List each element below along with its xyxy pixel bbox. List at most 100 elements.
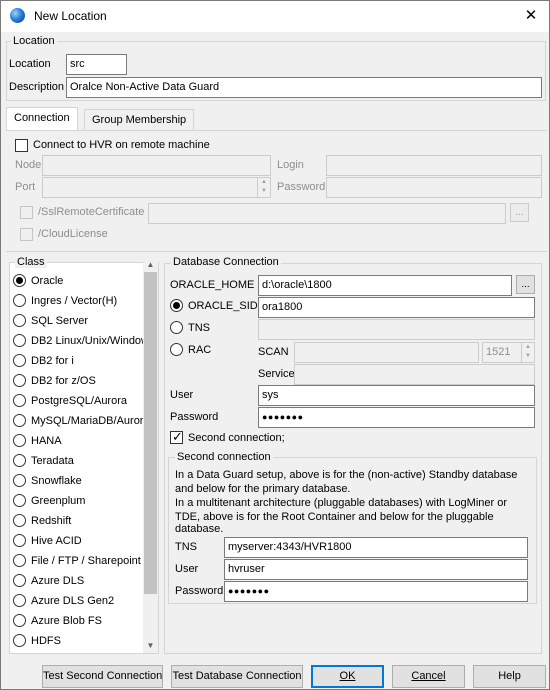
tab-group-membership[interactable]: Group Membership [84,109,195,131]
class-radio[interactable] [13,434,26,447]
second-tns-input[interactable]: myserver:4343/HVR1800 [224,537,528,558]
tab-connection[interactable]: Connection [6,107,78,131]
cloud-license-checkbox[interactable] [20,228,33,241]
ssl-certificate-checkbox[interactable] [20,206,33,219]
class-item-label[interactable]: Oracle [31,275,143,287]
class-item-label[interactable]: SQL Server [31,315,143,327]
oracle-sid-radio[interactable] [170,299,183,312]
login-label: Login [277,159,304,171]
class-radio[interactable] [13,414,26,427]
class-list-scrollbar[interactable]: ▲ ▼ [143,258,158,653]
class-radio[interactable] [13,634,26,647]
help-button[interactable]: Help [473,665,546,688]
class-item-label[interactable]: DB2 Linux/Unix/Window [31,335,143,347]
port-stepper[interactable]: ▲ ▼ [42,177,271,198]
class-radio[interactable] [13,354,26,367]
ssl-browse-button[interactable]: ... [510,203,529,222]
class-item-label[interactable]: Hive ACID [31,535,143,547]
class-item-label[interactable]: MySQL/MariaDB/Aurora [31,415,143,427]
app-globe-icon [10,8,25,23]
oracle-home-input[interactable]: d:\oracle\1800 [258,275,512,296]
oracle-home-browse-button[interactable]: ... [516,275,535,294]
remote-password-input[interactable] [326,177,542,198]
title-bar[interactable]: New Location ✕ [1,1,549,32]
cloud-license-label: /CloudLicense [38,228,108,240]
node-input[interactable] [42,155,271,176]
class-item-label[interactable]: File / FTP / Sharepoint [31,555,143,567]
second-connection-note-line-2: and below for the primary database. [175,483,351,495]
scan-port-stepper[interactable]: 1521 ▲ ▼ [482,342,535,363]
scan-label: SCAN [258,346,289,358]
scan-input[interactable] [294,342,479,363]
spin-up-icon[interactable]: ▲ [522,343,534,352]
oracle-sid-input[interactable]: ora1800 [258,297,535,318]
ok-button[interactable]: OK [311,665,384,688]
cancel-button[interactable]: Cancel [392,665,465,688]
ssl-certificate-label: /SslRemoteCertificate [38,206,145,218]
rac-radio[interactable] [170,343,183,356]
scan-port-spinner[interactable]: ▲ ▼ [521,343,534,362]
scroll-down-icon[interactable]: ▼ [143,641,158,650]
tns-radio[interactable] [170,321,183,334]
scroll-thumb[interactable] [144,272,157,594]
class-item-label[interactable]: Azure Blob FS [31,615,143,627]
class-item-label[interactable]: DB2 for i [31,355,143,367]
test-second-connection-button[interactable]: Test Second Connection [42,665,163,688]
port-spinner[interactable]: ▲ ▼ [257,178,270,197]
service-input[interactable] [294,364,535,385]
password-input[interactable]: ●●●●●●● [258,407,535,428]
oracle-sid-label: ORACLE_SID [188,300,258,312]
class-radio[interactable] [13,294,26,307]
class-item-label[interactable]: Teradata [31,455,143,467]
description-input[interactable]: Oralce Non-Active Data Guard [66,77,542,98]
node-label: Node [15,159,42,171]
class-radio[interactable] [13,334,26,347]
ssl-certificate-input[interactable] [148,203,506,224]
user-input[interactable]: sys [258,385,535,406]
class-item-label[interactable]: Redshift [31,515,143,527]
tab-strip-line [6,130,547,131]
test-database-connection-button[interactable]: Test Database Connection [171,665,303,688]
location-input[interactable]: src [66,54,127,75]
class-item-label[interactable]: Snowflake [31,475,143,487]
second-connection-note-line-1: In a Data Guard setup, above is for the … [175,469,518,481]
ok-button-label: OK [339,670,356,682]
class-item-label[interactable]: Ingres / Vector(H) [31,295,143,307]
class-radio[interactable] [13,314,26,327]
spin-down-icon[interactable]: ▼ [258,187,270,196]
class-item-label[interactable]: Azure DLS Gen2 [31,595,143,607]
class-radio[interactable] [13,554,26,567]
class-item-label[interactable]: HDFS [31,635,143,647]
second-connection-checkbox-label: Second connection; [188,432,285,444]
login-input[interactable] [326,155,542,176]
class-radio[interactable] [13,614,26,627]
second-user-label: User [175,563,199,575]
class-radio[interactable] [13,374,26,387]
class-item-label[interactable]: Azure DLS [31,575,143,587]
new-location-dialog: New Location ✕ Location Location src Des… [0,0,550,690]
spin-down-icon[interactable]: ▼ [522,352,534,361]
class-radio[interactable] [13,574,26,587]
class-radio[interactable] [13,274,26,287]
spin-up-icon[interactable]: ▲ [258,178,270,187]
class-item-label[interactable]: Greenplum [31,495,143,507]
class-item-label[interactable]: DB2 for z/OS [31,375,143,387]
class-radio[interactable] [13,514,26,527]
remote-machine-checkbox[interactable] [15,139,28,152]
class-radio[interactable] [13,394,26,407]
class-radio[interactable] [13,474,26,487]
database-connection-title: Database Connection [171,256,281,268]
tns-input[interactable] [258,319,535,340]
scroll-up-icon[interactable]: ▲ [143,260,158,269]
second-connection-title: Second connection [175,451,273,463]
second-password-input[interactable]: ●●●●●●● [224,581,528,602]
class-radio[interactable] [13,454,26,467]
close-icon[interactable]: ✕ [521,6,541,26]
class-item-label[interactable]: PostgreSQL/Aurora [31,395,143,407]
class-radio[interactable] [13,594,26,607]
class-radio[interactable] [13,494,26,507]
second-connection-checkbox[interactable]: ✓ [170,429,183,444]
class-item-label[interactable]: HANA [31,435,143,447]
class-radio[interactable] [13,534,26,547]
second-user-input[interactable]: hvruser [224,559,528,580]
